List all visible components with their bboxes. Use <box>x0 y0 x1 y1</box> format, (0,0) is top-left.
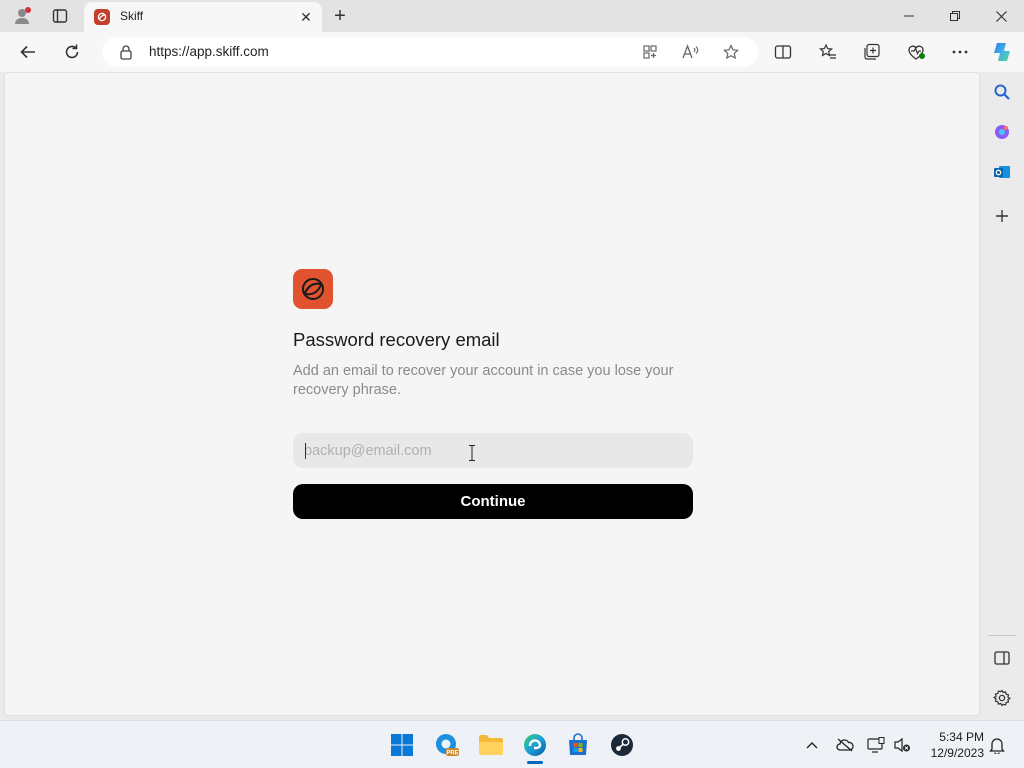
app-available-icon[interactable] <box>640 42 660 62</box>
back-icon[interactable] <box>14 38 42 66</box>
volume-muted-icon[interactable] <box>892 735 912 755</box>
start-icon[interactable] <box>386 729 418 761</box>
new-tab-button[interactable]: + <box>328 4 352 28</box>
steam-icon[interactable] <box>606 729 638 761</box>
profile-icon[interactable] <box>10 4 34 28</box>
page-title: Password recovery email <box>293 329 500 350</box>
lock-icon[interactable] <box>118 44 134 60</box>
sidebar-divider <box>988 635 1016 636</box>
page-description: Add an email to recover your account in … <box>293 363 674 398</box>
skiff-favicon-icon <box>94 9 110 25</box>
close-window-icon[interactable] <box>978 0 1024 32</box>
taskbar: PRE 5:34 PM 12/9/2023 <box>0 720 1024 768</box>
file-explorer-icon[interactable] <box>475 729 507 761</box>
continue-button[interactable]: Continue <box>293 484 693 519</box>
browser-toolbar: https://app.skiff.com <box>0 32 1024 72</box>
more-icon[interactable] <box>947 39 973 65</box>
page-viewport: Password recovery email Add an email to … <box>4 72 980 716</box>
url-text[interactable]: https://app.skiff.com <box>149 44 269 59</box>
copilot-apps-icon[interactable] <box>990 120 1014 144</box>
read-aloud-icon[interactable] <box>680 42 700 62</box>
outlook-icon[interactable] <box>990 160 1014 184</box>
browser-essentials-icon[interactable] <box>903 39 929 65</box>
onedrive-icon[interactable] <box>835 735 855 755</box>
hide-sidebar-icon[interactable] <box>990 646 1014 670</box>
tab-skiff[interactable]: Skiff ✕ <box>84 2 322 32</box>
ibeam-cursor-icon <box>468 445 476 461</box>
active-app-indicator <box>527 761 543 764</box>
minimize-icon[interactable] <box>886 0 932 32</box>
refresh-icon[interactable] <box>58 38 86 66</box>
favorites-icon[interactable] <box>815 39 841 65</box>
search-icon[interactable] <box>990 80 1014 104</box>
split-screen-icon[interactable] <box>770 39 796 65</box>
address-bar[interactable]: https://app.skiff.com <box>102 37 758 67</box>
favorite-star-icon[interactable] <box>721 42 741 62</box>
clock-time: 5:34 PM <box>939 730 984 744</box>
tab-actions-icon[interactable] <box>48 4 72 28</box>
notification-icon[interactable] <box>987 735 1007 755</box>
recovery-email-input[interactable] <box>293 433 693 468</box>
store-icon[interactable] <box>562 729 594 761</box>
edge-icon[interactable] <box>519 729 551 761</box>
collections-icon[interactable] <box>859 39 885 65</box>
system-clock[interactable]: 5:34 PM 12/9/2023 <box>918 729 984 761</box>
text-caret <box>305 443 306 459</box>
skiff-logo-icon <box>293 269 333 309</box>
pre-badge-text: PRE <box>446 750 458 756</box>
title-bar: Skiff ✕ + <box>0 0 1024 32</box>
network-icon[interactable] <box>866 735 886 755</box>
close-tab-icon[interactable]: ✕ <box>296 7 316 27</box>
chevron-up-icon[interactable] <box>802 735 822 755</box>
settings-icon[interactable] <box>990 686 1014 710</box>
tab-title: Skiff <box>120 9 144 23</box>
copilot-icon[interactable] <box>989 39 1015 65</box>
add-icon[interactable] <box>990 204 1014 228</box>
restore-icon[interactable] <box>932 0 978 32</box>
edge-beta-icon[interactable]: PRE <box>431 729 463 761</box>
edge-sidebar <box>982 72 1024 716</box>
clock-date: 12/9/2023 <box>930 746 984 760</box>
